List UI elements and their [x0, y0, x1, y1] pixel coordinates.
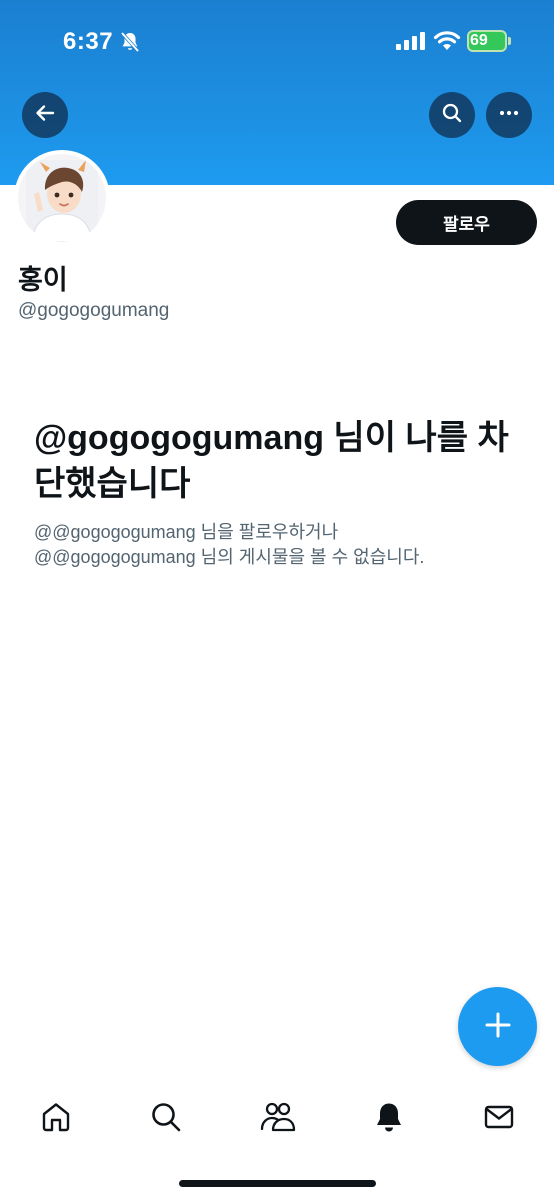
- bottom-navigation: [0, 1085, 554, 1150]
- status-time: 6:37: [63, 28, 114, 55]
- plus-icon: [484, 1011, 512, 1043]
- blocked-title: @gogogogumang 님이 나를 차단했습니다: [34, 419, 509, 503]
- bell-icon: [372, 1100, 406, 1138]
- blocked-description-line-2: @@gogogogumang 님의 게시물을 볼 수 없습니다.: [34, 547, 425, 567]
- cellular-signal-icon: [396, 32, 426, 54]
- display-name: 홍이: [18, 265, 68, 296]
- silent-mode-icon: [118, 30, 142, 58]
- nav-search[interactable]: [146, 1099, 186, 1139]
- home-icon: [39, 1100, 73, 1138]
- search-icon: [149, 1100, 183, 1138]
- communities-icon: [259, 1100, 297, 1138]
- username-handle: @gogogogumang: [18, 300, 170, 321]
- avatar[interactable]: [14, 150, 110, 246]
- battery-cap: [508, 37, 511, 45]
- compose-button[interactable]: [458, 987, 537, 1066]
- battery-level: 69: [470, 32, 488, 49]
- nav-home[interactable]: [36, 1099, 76, 1139]
- status-bar: 6:37 69: [0, 0, 554, 80]
- back-button[interactable]: [22, 92, 68, 138]
- battery-icon: 69: [467, 30, 507, 52]
- search-icon: [441, 102, 463, 128]
- follow-button[interactable]: 팔로우: [396, 200, 537, 245]
- arrow-left-icon: [34, 102, 56, 128]
- nav-messages[interactable]: [479, 1099, 519, 1139]
- mail-icon: [482, 1100, 516, 1138]
- blocked-description-line-1: @@gogogogumang 님을 팔로우하거나: [34, 522, 339, 542]
- more-horizontal-icon: [498, 102, 520, 128]
- nav-communities[interactable]: [258, 1099, 298, 1139]
- more-options-button[interactable]: [486, 92, 532, 138]
- search-button[interactable]: [429, 92, 475, 138]
- avatar-illustration: [18, 154, 106, 242]
- blocked-description: @@gogogogumang 님을 팔로우하거나 @@gogogogumang …: [34, 520, 534, 570]
- nav-notifications[interactable]: [369, 1099, 409, 1139]
- wifi-icon: [433, 30, 461, 56]
- home-indicator[interactable]: [179, 1180, 376, 1187]
